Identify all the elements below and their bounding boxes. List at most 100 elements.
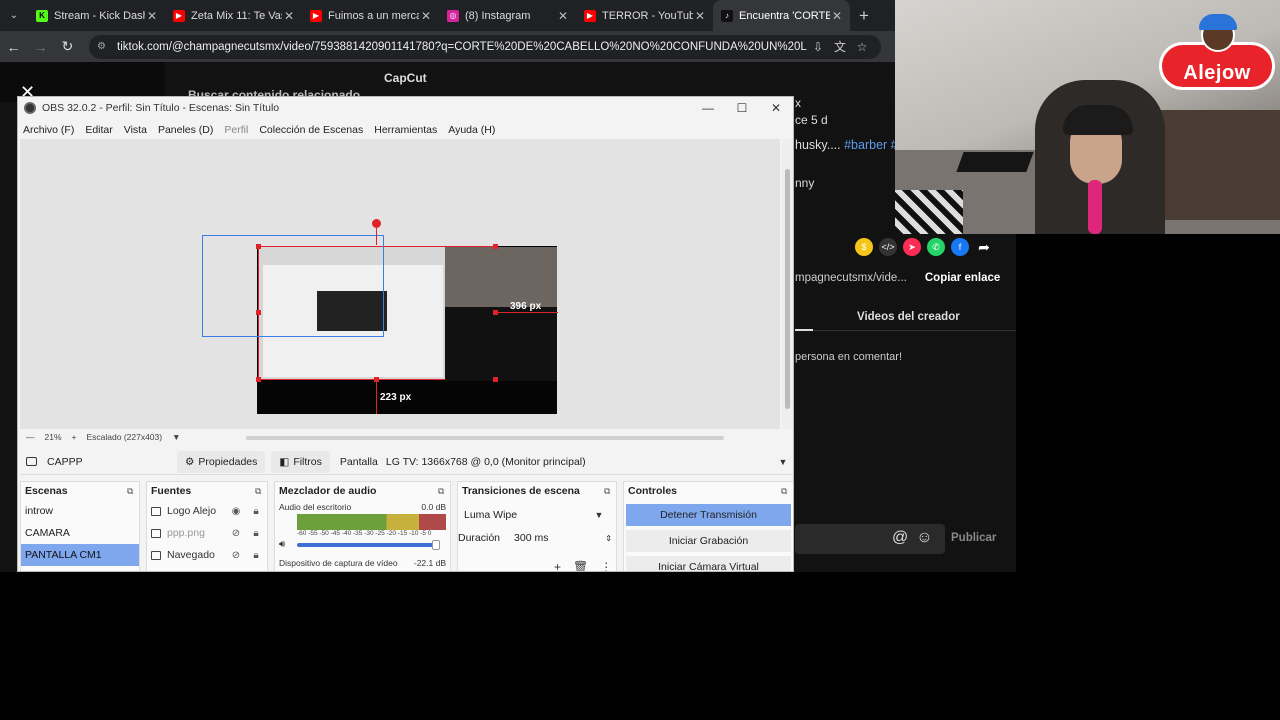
- install-app-icon[interactable]: ⇩: [807, 40, 829, 54]
- chevron-down-icon[interactable]: ▼: [772, 457, 793, 467]
- obs-preview[interactable]: 396 px 223 px: [20, 139, 780, 429]
- menu-perfil[interactable]: Perfil: [224, 124, 248, 136]
- filters-button[interactable]: ◧ Filtros: [271, 450, 330, 473]
- lock-icon[interactable]: 🔒︎: [249, 528, 263, 539]
- copy-link-button[interactable]: Copiar enlace: [925, 272, 1000, 284]
- close-window-icon[interactable]: ✕: [759, 101, 793, 115]
- browser-tab[interactable]: ▶ Zeta Mix 11: Te Vas A ✕: [165, 0, 302, 31]
- close-tab-icon[interactable]: ✕: [419, 9, 433, 23]
- close-tab-icon[interactable]: ✕: [830, 9, 844, 23]
- browser-tab[interactable]: K Stream - Kick Dashbo ✕: [28, 0, 165, 31]
- menu-paneles[interactable]: Paneles (D): [158, 124, 213, 136]
- chevron-down-icon[interactable]: ▼: [588, 510, 610, 520]
- preview-hscroll[interactable]: [246, 436, 724, 440]
- transitions-header: Transiciones de escena ⧉: [458, 482, 616, 500]
- source-item[interactable]: Logo Alejo ◉ 🔒︎: [147, 500, 267, 522]
- browser-tab[interactable]: ▶ Fuimos a un mercado ✕: [302, 0, 439, 31]
- menu-herramientas[interactable]: Herramientas: [374, 124, 437, 136]
- share-arrow-icon[interactable]: ➦: [975, 238, 993, 256]
- rotation-handle[interactable]: [372, 219, 381, 228]
- browser-tab-active[interactable]: ♪ Encuentra 'CORTE DE ✕: [713, 0, 850, 31]
- start-recording-button[interactable]: Iniciar Grabación: [626, 530, 791, 552]
- translate-icon[interactable]: 文: [829, 38, 851, 55]
- add-icon[interactable]: +: [554, 560, 561, 571]
- publish-button[interactable]: Publicar: [951, 532, 996, 544]
- reload-icon[interactable]: ↻: [54, 33, 81, 60]
- video-caption: husky.... #barber #: [795, 138, 898, 152]
- display-select[interactable]: Pantalla LG TV: 1366x768 @ 0,0 (Monitor …: [336, 456, 793, 468]
- start-virtual-camera-button[interactable]: Iniciar Cámara Virtual: [626, 556, 791, 571]
- resize-handle[interactable]: [493, 244, 498, 249]
- properties-button[interactable]: ⚙ Propiedades: [177, 450, 266, 473]
- distance-guide-right: [496, 312, 558, 313]
- volume-knob[interactable]: [432, 539, 440, 550]
- resize-handle[interactable]: [493, 377, 498, 382]
- undock-icon[interactable]: ⧉: [604, 486, 616, 497]
- capcut-label[interactable]: CapCut: [384, 71, 427, 85]
- undock-icon[interactable]: ⧉: [127, 486, 139, 497]
- undock-icon[interactable]: ⧉: [781, 486, 793, 497]
- site-info-icon[interactable]: ⚙: [97, 41, 111, 52]
- sound-user[interactable]: nny: [795, 176, 814, 190]
- minimize-icon[interactable]: —: [691, 101, 725, 115]
- browser-tab[interactable]: ▶ TERROR - YouTube ✕: [576, 0, 713, 31]
- embed-icon[interactable]: </>: [879, 238, 897, 256]
- coin-icon[interactable]: $: [855, 238, 873, 256]
- browser-tab[interactable]: ◎ (8) Instagram ✕: [439, 0, 576, 31]
- post-time: ce 5 d: [795, 113, 828, 127]
- undock-icon[interactable]: ⧉: [438, 486, 450, 497]
- scene-item[interactable]: CAMARA: [21, 522, 139, 544]
- menu-editar[interactable]: Editar: [85, 124, 112, 136]
- maximize-icon[interactable]: ☐: [725, 101, 759, 115]
- close-tab-icon[interactable]: ✕: [145, 9, 159, 23]
- undock-icon[interactable]: ⧉: [255, 486, 267, 497]
- resize-handle[interactable]: [256, 310, 261, 315]
- menu-coleccion[interactable]: Colección de Escenas: [259, 124, 363, 136]
- video-close-mark[interactable]: x: [795, 96, 801, 110]
- duration-input[interactable]: 300 ms: [514, 532, 548, 544]
- preview-vscroll[interactable]: [782, 139, 793, 429]
- spin-arrows-icon[interactable]: ⇕: [605, 534, 612, 543]
- close-tab-icon[interactable]: ✕: [556, 9, 570, 23]
- tab-creator-videos[interactable]: Videos del creador: [857, 311, 960, 323]
- forward-arrow-icon[interactable]: →: [27, 33, 54, 60]
- close-tab-icon[interactable]: ✕: [693, 9, 707, 23]
- whatsapp-icon[interactable]: ✆: [927, 238, 945, 256]
- lock-icon[interactable]: 🔒︎: [249, 550, 263, 561]
- send-icon[interactable]: ➤: [903, 238, 921, 256]
- facebook-icon[interactable]: f: [951, 238, 969, 256]
- trash-icon[interactable]: 🗑︎: [573, 560, 588, 571]
- new-tab-icon[interactable]: +: [850, 0, 878, 31]
- resize-handle[interactable]: [256, 244, 261, 249]
- bookmark-star-icon[interactable]: ☆: [851, 40, 873, 54]
- lock-icon[interactable]: 🔒︎: [249, 506, 263, 517]
- emoji-icon[interactable]: ☺: [916, 529, 932, 547]
- eye-hidden-icon[interactable]: ⊘: [229, 550, 243, 561]
- source-item[interactable]: Navegado ⊘ 🔒︎: [147, 544, 267, 566]
- hashtag-link[interactable]: #barber #: [844, 138, 898, 152]
- eye-hidden-icon[interactable]: ⊘: [229, 528, 243, 539]
- tab-search-icon[interactable]: ⌄: [0, 0, 28, 31]
- eye-icon[interactable]: ◉: [229, 506, 243, 517]
- address-bar[interactable]: ⚙ tiktok.com/@champagnecutsmx/video/7593…: [89, 34, 881, 59]
- zoom-in-icon[interactable]: +: [72, 432, 77, 442]
- more-icon[interactable]: ⋮: [600, 560, 612, 571]
- back-arrow-icon[interactable]: ←: [0, 33, 27, 60]
- menu-vista[interactable]: Vista: [124, 124, 147, 136]
- resize-handle[interactable]: [256, 377, 261, 382]
- mention-icon[interactable]: @: [892, 529, 908, 547]
- menu-archivo[interactable]: Archivo (F): [23, 124, 74, 136]
- kick-icon: K: [36, 9, 48, 22]
- stop-stream-button[interactable]: Detener Transmisión: [626, 504, 791, 526]
- transition-select[interactable]: Luma Wipe ▼: [462, 506, 610, 524]
- caption-text: husky....: [795, 138, 841, 152]
- scene-item[interactable]: introw: [21, 500, 139, 522]
- volume-slider[interactable]: [297, 539, 440, 550]
- scene-item-selected[interactable]: PANTALLA CM1: [21, 544, 139, 566]
- source-item[interactable]: ppp.png ⊘ 🔒︎: [147, 522, 267, 544]
- speaker-icon[interactable]: 🔊︎: [279, 539, 293, 550]
- close-tab-icon[interactable]: ✕: [282, 9, 296, 23]
- chevron-down-icon[interactable]: ▼: [172, 432, 180, 442]
- menu-ayuda[interactable]: Ayuda (H): [448, 124, 495, 136]
- zoom-out-icon[interactable]: —: [26, 432, 35, 442]
